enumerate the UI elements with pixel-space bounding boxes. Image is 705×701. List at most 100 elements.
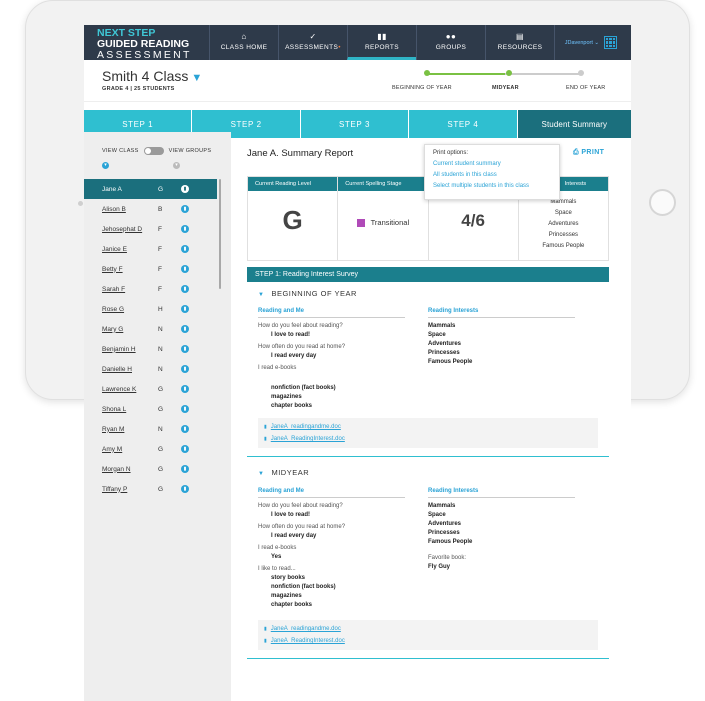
file-link[interactable]: JaneA_readingandme.doc bbox=[271, 424, 341, 430]
view-toggle: VIEW CLASS VIEW GROUPS bbox=[102, 147, 211, 155]
report-chart-icon[interactable]: ▮ bbox=[181, 265, 189, 273]
student-row[interactable]: Lawrence K G ▮ bbox=[84, 379, 217, 399]
answer: chapter books bbox=[271, 602, 313, 608]
class-selector[interactable]: Smith 4 Class ▼ bbox=[102, 68, 202, 84]
report-chart-icon[interactable]: ▮ bbox=[181, 325, 189, 333]
class-subinfo: GRADE 4 | 25 STUDENTS bbox=[102, 86, 175, 92]
student-name[interactable]: Lawrence K bbox=[84, 386, 158, 393]
nav-reports[interactable]: ▮▮ REPORTS bbox=[347, 25, 416, 60]
tab-student-summary[interactable]: Student Summary bbox=[517, 110, 631, 138]
report-chart-icon[interactable]: ▮ bbox=[181, 345, 189, 353]
student-name[interactable]: Alison B bbox=[84, 206, 158, 213]
answer: magazines bbox=[271, 593, 302, 599]
report-chart-icon[interactable]: ▮ bbox=[181, 185, 189, 193]
report-chart-icon[interactable]: ▮ bbox=[181, 465, 189, 473]
nav-groups[interactable]: ●● GROUPS bbox=[416, 25, 485, 60]
student-name[interactable]: Shona L bbox=[84, 406, 158, 413]
file-link[interactable]: JaneA_ReadingInterest.doc bbox=[271, 436, 345, 442]
nav-label: RESOURCES bbox=[497, 44, 543, 51]
report-chart-icon[interactable]: ▮ bbox=[181, 225, 189, 233]
step1-header: STEP 1: Reading Interest Survey bbox=[247, 267, 609, 282]
student-row[interactable]: Morgan N G ▮ bbox=[84, 459, 217, 479]
file-link[interactable]: JaneA_readingandme.doc bbox=[271, 626, 341, 632]
bar-chart-icon: ▮▮ bbox=[377, 32, 387, 41]
nav-class-home[interactable]: ⌂ CLASS HOME bbox=[209, 25, 278, 60]
nav-resources[interactable]: ▤ RESOURCES bbox=[485, 25, 554, 60]
student-name[interactable]: Ryan M bbox=[84, 426, 158, 433]
app-logo[interactable]: NEXT STEP GUIDED READING ASSESSMENT bbox=[84, 25, 209, 61]
spelling-stage-value: Transitional bbox=[370, 218, 410, 227]
timeline-dot-eoy[interactable] bbox=[578, 70, 584, 76]
timeline-dot-midyear[interactable] bbox=[506, 70, 512, 76]
report-chart-icon[interactable]: ▮ bbox=[181, 305, 189, 313]
sort-name-icon[interactable]: ▾ bbox=[102, 162, 109, 169]
report-chart-icon[interactable]: ▮ bbox=[181, 385, 189, 393]
interests-list: Mammals Space Adventures Princesses Famous P… bbox=[519, 197, 608, 252]
print-option-current[interactable]: Current student summary bbox=[433, 161, 551, 167]
answer: story books bbox=[271, 575, 306, 581]
timeline-dot-boy[interactable] bbox=[424, 70, 430, 76]
student-row[interactable]: Alison B B ▮ bbox=[84, 199, 217, 219]
view-toggle-switch[interactable] bbox=[143, 147, 164, 155]
student-name[interactable]: Janice E bbox=[84, 246, 158, 253]
student-row[interactable]: Betty F F ▮ bbox=[84, 259, 217, 279]
student-row[interactable]: Jehosephat D F ▮ bbox=[84, 219, 217, 239]
student-name[interactable]: Jehosephat D bbox=[84, 226, 158, 233]
sort-level-icon[interactable]: ▾ bbox=[173, 162, 180, 169]
student-level: G bbox=[158, 185, 164, 193]
student-level: F bbox=[158, 245, 162, 253]
report-chart-icon[interactable]: ▮ bbox=[181, 445, 189, 453]
file-link[interactable]: JaneA_ReadingInterest.doc bbox=[271, 638, 345, 644]
nav-label: ASSESSMENTS bbox=[285, 44, 339, 51]
report-chart-icon[interactable]: ▮ bbox=[181, 485, 189, 493]
student-name[interactable]: Rose G bbox=[84, 306, 158, 313]
user-menu[interactable]: JDavenport ⌄ bbox=[554, 25, 622, 60]
interest: Space bbox=[428, 512, 446, 518]
student-row[interactable]: Shona L G ▮ bbox=[84, 399, 217, 419]
apps-grid-icon[interactable] bbox=[604, 36, 617, 49]
student-row[interactable]: Jane A G ▮ bbox=[84, 179, 217, 199]
student-name[interactable]: Jane A bbox=[84, 186, 158, 193]
home-button[interactable] bbox=[649, 189, 676, 216]
student-name[interactable]: Morgan N bbox=[84, 466, 158, 473]
document-icon: ▤ bbox=[516, 32, 524, 41]
nav-assessments[interactable]: ✓ ASSESSMENTS• bbox=[278, 25, 347, 60]
student-row[interactable]: Ryan M N ▮ bbox=[84, 419, 217, 439]
report-chart-icon[interactable]: ▮ bbox=[181, 425, 189, 433]
midyear-toggle[interactable]: ▼ MIDYEAR bbox=[247, 465, 609, 481]
beginning-toggle[interactable]: ▼ BEGINNING OF YEAR bbox=[247, 286, 609, 302]
report-chart-icon[interactable]: ▮ bbox=[181, 405, 189, 413]
student-row[interactable]: Tiffany P G ▮ bbox=[84, 479, 217, 499]
student-row[interactable]: Danielle H N ▮ bbox=[84, 359, 217, 379]
student-row[interactable]: Benjamin H N ▮ bbox=[84, 339, 217, 359]
report-chart-icon[interactable]: ▮ bbox=[181, 365, 189, 373]
print-button[interactable]: ⎙ PRINT bbox=[573, 149, 604, 157]
student-name[interactable]: Betty F bbox=[84, 266, 158, 273]
interest-item: Famous People bbox=[542, 243, 585, 249]
student-row[interactable]: Rose G H ▮ bbox=[84, 299, 217, 319]
print-option-all[interactable]: All students in this class bbox=[433, 172, 551, 178]
score-value: 4/6 bbox=[461, 211, 485, 230]
question: How do you feel about reading? bbox=[258, 503, 343, 509]
report-chart-icon[interactable]: ▮ bbox=[181, 205, 189, 213]
student-row[interactable]: Janice E F ▮ bbox=[84, 239, 217, 259]
print-options-popup: Print options: Current student summary A… bbox=[424, 144, 560, 200]
print-option-multiple[interactable]: Select multiple students in this class bbox=[433, 183, 551, 189]
tab-step-3[interactable]: STEP 3 bbox=[300, 110, 410, 138]
student-name[interactable]: Tiffany P bbox=[84, 486, 158, 493]
student-name[interactable]: Benjamin H bbox=[84, 346, 158, 353]
report-chart-icon[interactable]: ▮ bbox=[181, 245, 189, 253]
student-name[interactable]: Amy M bbox=[84, 446, 158, 453]
student-level: N bbox=[158, 345, 163, 353]
print-label: PRINT bbox=[581, 149, 605, 156]
student-name[interactable]: Mary G bbox=[84, 326, 158, 333]
student-name[interactable]: Danielle H bbox=[84, 366, 158, 373]
year-timeline: BEGINNING OF YEAR MIDYEAR END OF YEAR bbox=[392, 69, 614, 97]
student-name[interactable]: Sarah F bbox=[84, 286, 158, 293]
student-row[interactable]: Mary G N ▮ bbox=[84, 319, 217, 339]
student-row[interactable]: Sarah F F ▮ bbox=[84, 279, 217, 299]
report-chart-icon[interactable]: ▮ bbox=[181, 285, 189, 293]
sidebar-scrollbar[interactable] bbox=[219, 179, 221, 289]
tab-step-4[interactable]: STEP 4 bbox=[409, 110, 518, 138]
student-row[interactable]: Amy M G ▮ bbox=[84, 439, 217, 459]
